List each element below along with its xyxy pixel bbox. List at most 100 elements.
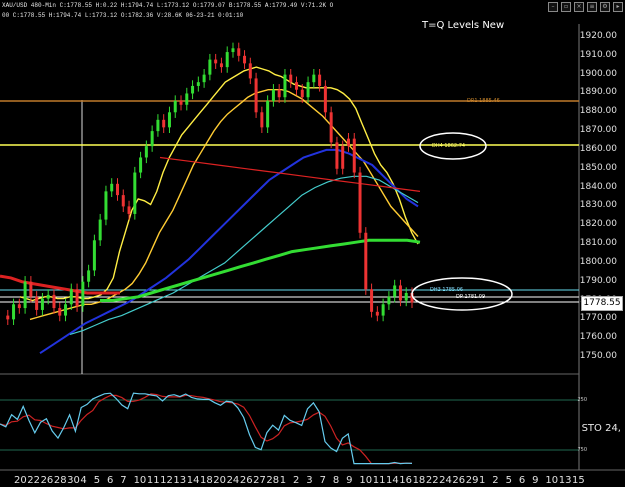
y-tick-label: 1840.00 (579, 181, 617, 192)
candle-body (312, 74, 316, 83)
candle-body (144, 146, 148, 158)
candle-body (306, 82, 310, 98)
candle-body (266, 101, 270, 128)
candle-body (115, 183, 119, 196)
osc-level-label-lower: 750 (577, 447, 587, 453)
x-tick-label: 1 (279, 475, 287, 486)
y-tick-label: 1830.00 (579, 200, 617, 211)
candle-body (133, 172, 137, 214)
candle-body (341, 146, 345, 169)
x-tick-label: 20 (213, 475, 227, 486)
x-tick-label: 29 (465, 475, 479, 486)
candle-body (214, 59, 218, 64)
x-tick-label: 10 (545, 475, 559, 486)
x-tick-label: 12 (160, 475, 173, 486)
x-tick-label: 28 (53, 475, 67, 486)
candle-body (121, 195, 125, 207)
y-tick-label: 1880.00 (579, 106, 617, 117)
candle-body (283, 74, 287, 98)
x-tick-label: 5 (505, 475, 512, 486)
candle-body (254, 78, 258, 113)
candle-body (17, 304, 21, 309)
candle-body (375, 311, 379, 316)
candle-body (260, 112, 264, 128)
x-tick-label: 6 (518, 475, 526, 486)
level-label-dh3: DH3 1785.06 (430, 287, 464, 293)
candle-body (75, 289, 79, 307)
y-tick-label: 1890.00 (579, 87, 617, 98)
candle-body (295, 82, 299, 90)
candle-body (64, 304, 68, 316)
candle-body (318, 74, 322, 86)
x-tick-label: 26 (239, 475, 253, 486)
osc-level-label-upper: 250 (577, 397, 587, 403)
y-tick-label: 1860.00 (579, 143, 617, 154)
candle-body (81, 281, 85, 307)
candle-body (289, 74, 293, 83)
x-tick-label: 15 (572, 475, 585, 486)
x-tick-label: 22 (27, 475, 41, 486)
candle-body (248, 63, 252, 79)
y-tick-label: 1750.00 (579, 351, 617, 361)
candle-body (167, 112, 171, 128)
candle-body (23, 281, 27, 309)
candle-body (35, 296, 39, 310)
x-tick-label: 2 (492, 475, 499, 486)
y-tick-label: 1800.00 (579, 256, 617, 267)
x-tick-label: 24 (439, 475, 452, 486)
x-tick-label: 14 (186, 475, 200, 486)
x-tick-label: 11 (372, 475, 386, 486)
y-tick-label: 1760.00 (579, 332, 617, 343)
candle-body (52, 294, 56, 309)
candle-body (196, 82, 200, 86)
y-tick-label: 1870.00 (579, 125, 617, 136)
candle-body (271, 89, 275, 101)
level-label-dh4: DH4 1862.74 (432, 143, 466, 149)
x-tick-label: 9 (532, 475, 539, 486)
x-tick-label: 13 (173, 475, 187, 486)
x-tick-label: 10 (359, 475, 373, 486)
x-tick-label: 11 (146, 475, 160, 486)
y-tick-label: 1910.00 (579, 49, 617, 60)
candle-body (202, 74, 206, 83)
x-tick-label: 7 (120, 475, 127, 486)
x-tick-label: 9 (346, 475, 353, 486)
candle-body (185, 93, 189, 105)
y-tick-label: 1770.00 (579, 313, 617, 324)
x-tick-label: 18 (412, 475, 426, 486)
x-tick-label: 8 (332, 475, 340, 486)
candle-body (87, 270, 91, 282)
candle-body (364, 232, 368, 290)
price-chart[interactable] (0, 0, 625, 487)
x-tick-label: 26 (40, 475, 54, 486)
candle-body (104, 191, 108, 220)
candle-body (300, 89, 304, 98)
candle-body (381, 304, 385, 316)
candle-body (69, 289, 73, 305)
y-tick-label: 1820.00 (579, 219, 617, 230)
candle-body (243, 55, 247, 64)
candle-body (277, 89, 281, 98)
candle-body (323, 85, 327, 113)
candle-body (335, 142, 339, 169)
candle-body (219, 63, 223, 68)
candle-body (370, 289, 374, 312)
x-tick-label: 4 (80, 475, 87, 486)
x-tick-label: 28 (266, 475, 280, 486)
candle-body (46, 294, 50, 299)
candle-body (329, 112, 333, 143)
x-tick-label: 27 (253, 475, 266, 486)
x-tick-label: 5 (93, 475, 101, 486)
candle-body (58, 308, 62, 316)
candle-body (398, 285, 402, 301)
candle-body (387, 296, 391, 305)
current-price-badge: 1778.55 (581, 296, 623, 311)
x-tick-label: 20 (14, 475, 27, 486)
candle-body (150, 131, 154, 147)
x-tick-label: 16 (399, 475, 413, 486)
candle-body (162, 119, 166, 128)
candle-body (127, 206, 131, 214)
x-tick-label: 18 (200, 475, 213, 486)
x-tick-label: 7 (319, 475, 326, 486)
candle-body (12, 304, 16, 320)
